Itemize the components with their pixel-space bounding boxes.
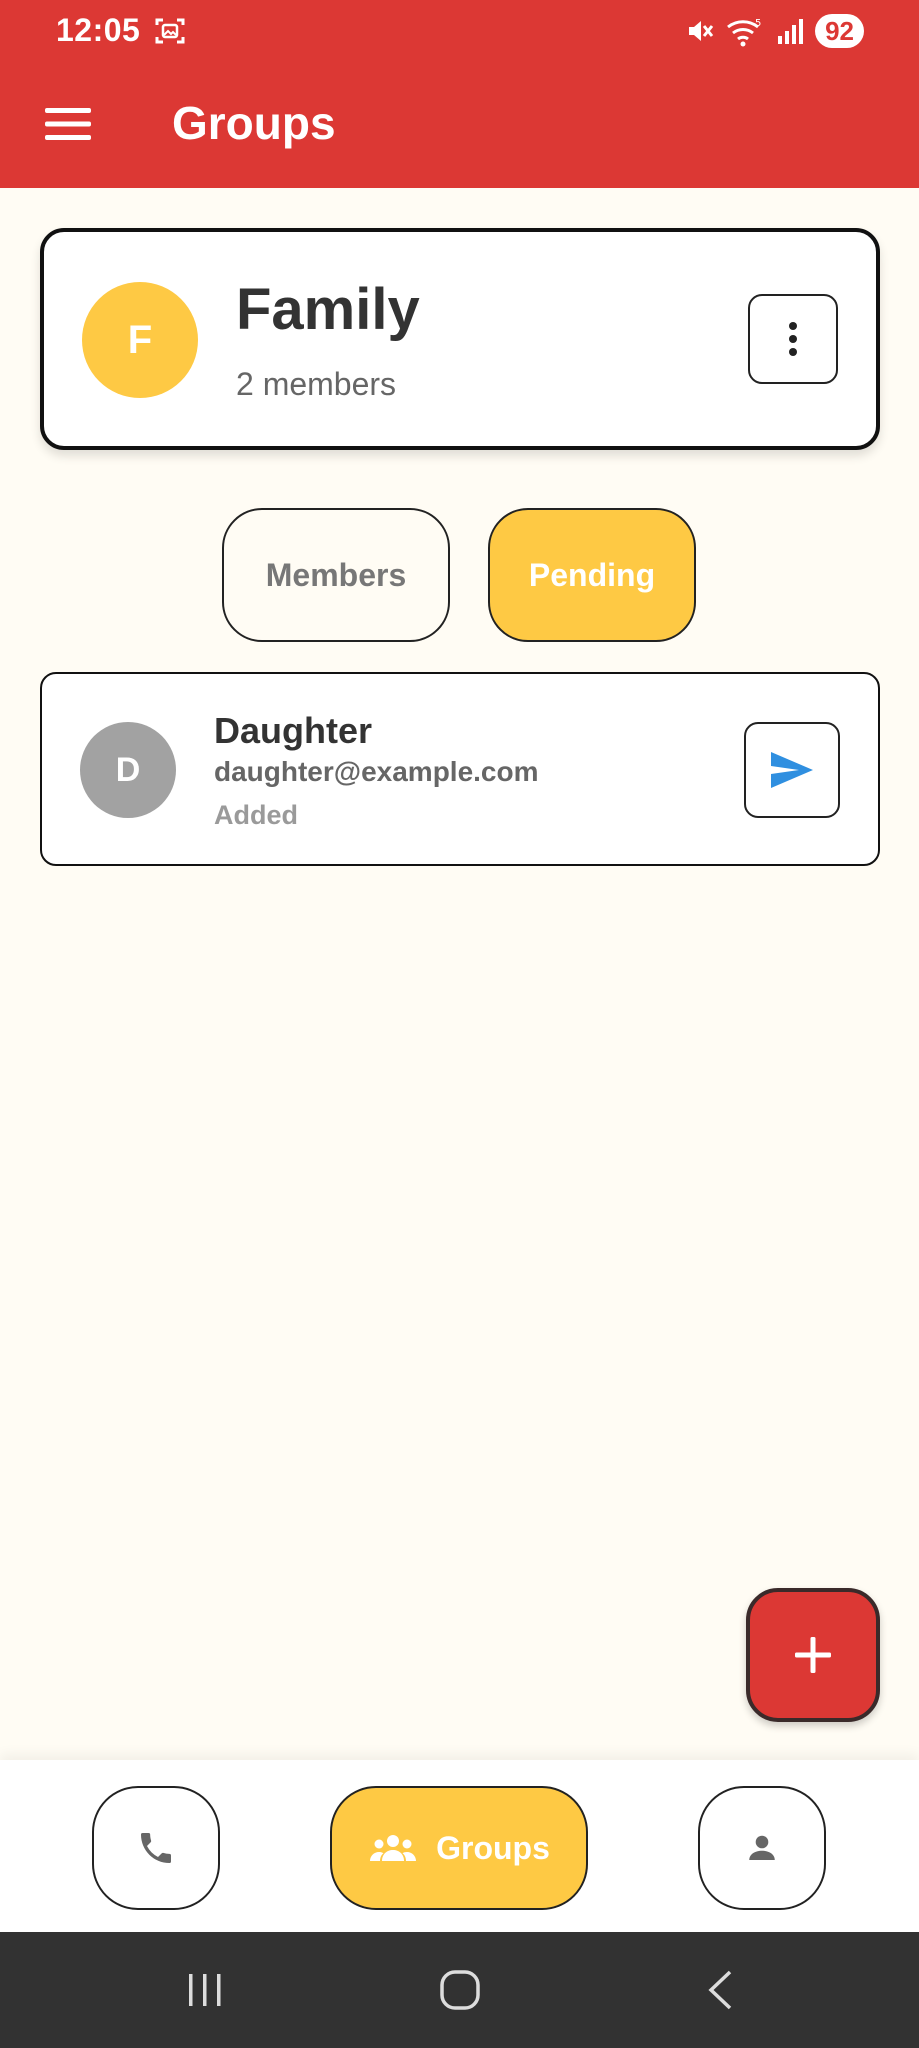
member-email: daughter@example.com (214, 756, 539, 787)
tab-pending[interactable]: Pending (488, 508, 696, 642)
status-time: 12:05 (56, 12, 141, 48)
wifi-icon: 5 (725, 15, 765, 47)
menu-icon (45, 108, 91, 140)
more-vert-icon (789, 322, 797, 356)
nav-groups[interactable]: Groups (330, 1786, 588, 1910)
group-member-count: 2 members (236, 366, 397, 402)
recent-apps-button[interactable] (175, 1960, 235, 2020)
group-options-button[interactable] (748, 294, 838, 384)
nav-profile[interactable] (698, 1786, 826, 1910)
page-title: Groups (172, 97, 336, 149)
send-invite-button[interactable] (744, 722, 840, 818)
system-navigation-bar (0, 1932, 919, 2048)
status-icons: 5 92 (685, 12, 864, 50)
bottom-navigation: Groups (0, 1760, 919, 1932)
mute-icon (685, 16, 715, 46)
group-name: Family (236, 277, 420, 342)
plus-icon (795, 1637, 831, 1673)
person-icon (749, 1835, 775, 1860)
nav-calls[interactable] (92, 1786, 220, 1910)
home-button[interactable] (430, 1960, 490, 2020)
nav-groups-label: Groups (436, 1829, 550, 1866)
recents-icon (189, 1974, 221, 2006)
screenshot-icon (154, 16, 186, 46)
menu-button[interactable] (36, 92, 100, 156)
group-card: F Family 2 members (40, 228, 880, 450)
app-header: 12:05 5 92 Groups (0, 0, 919, 188)
signal-icon (775, 16, 805, 46)
back-icon (708, 1970, 732, 2010)
member-name: Daughter (214, 710, 373, 751)
member-status: Added (214, 800, 298, 830)
phone-icon (141, 1833, 171, 1863)
back-button[interactable] (690, 1960, 750, 2020)
member-row: D Daughter daughter@example.com Added (40, 672, 880, 866)
groups-icon (370, 1835, 417, 1861)
send-icon (771, 752, 813, 788)
group-avatar: F (82, 282, 198, 398)
app-bar: Groups (0, 62, 919, 188)
status-bar: 12:05 5 92 (0, 0, 919, 62)
svg-text:5: 5 (755, 18, 761, 29)
member-avatar: D (80, 722, 176, 818)
battery-indicator: 92 (815, 14, 864, 48)
tab-members[interactable]: Members (222, 508, 450, 642)
add-member-button[interactable] (746, 1588, 880, 1722)
home-icon (440, 1970, 480, 2010)
